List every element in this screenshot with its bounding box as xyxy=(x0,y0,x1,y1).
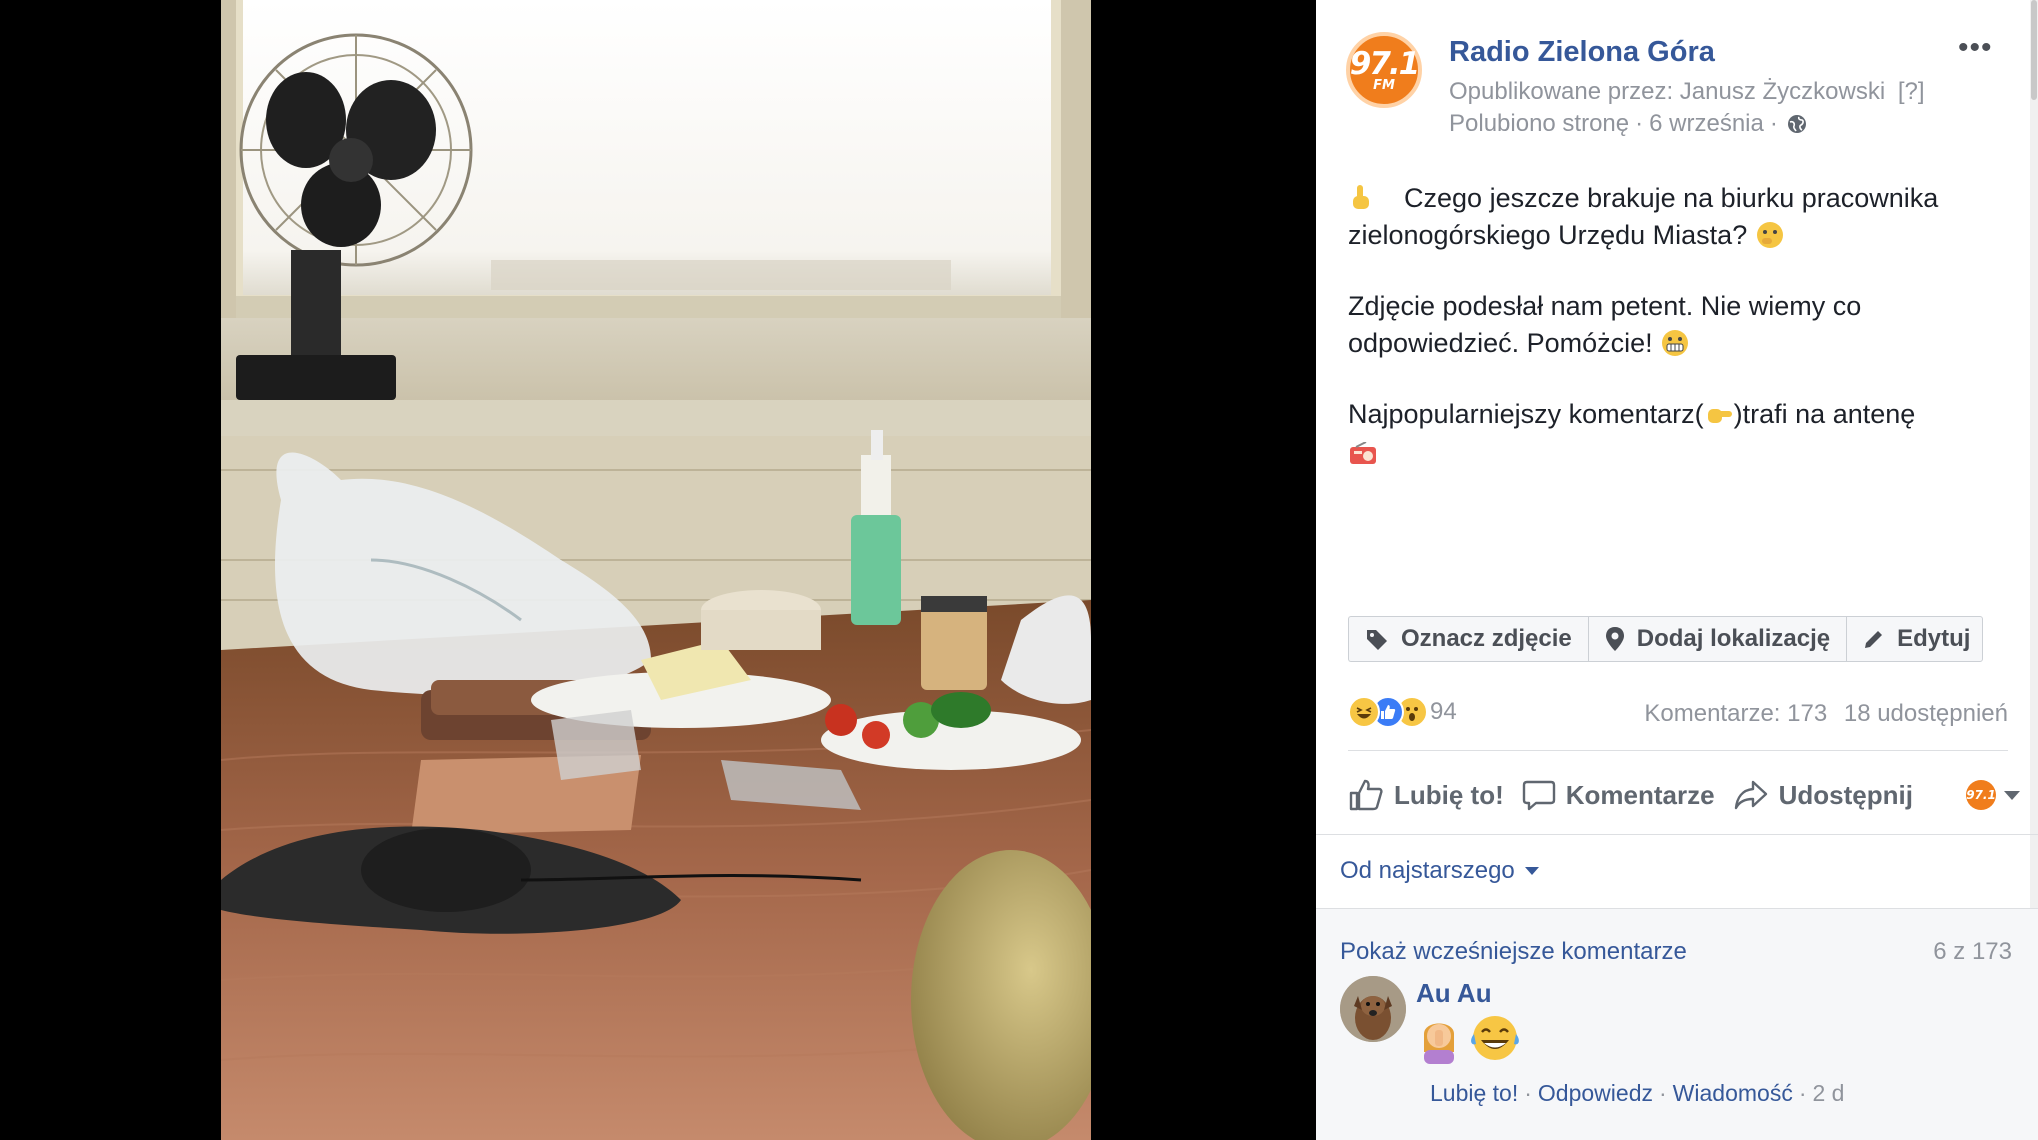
comment-sort-dropdown[interactable]: Od najstarszego xyxy=(1340,857,1539,885)
like-label: Lubię to! xyxy=(1394,779,1504,810)
liked-page-label: Polubiono stronę xyxy=(1449,110,1630,137)
shares-count-link[interactable]: 18 udostępnień xyxy=(1844,700,2008,727)
page-mini-avatar: 97.1 xyxy=(1966,780,1996,810)
comment-reply-link[interactable]: Odpowiedz xyxy=(1538,1080,1653,1106)
pointing-right-emoji-icon xyxy=(1707,409,1732,423)
share-label: Udostępnij xyxy=(1778,779,1913,810)
add-location-button[interactable]: Dodaj lokalizację xyxy=(1587,616,1847,662)
logo-frequency: 97.1 xyxy=(1349,45,1420,82)
edit-button[interactable]: Edytuj xyxy=(1846,616,1984,662)
divider xyxy=(1316,908,2038,909)
edit-label: Edytuj xyxy=(1897,625,1971,652)
like-icon xyxy=(1349,779,1383,811)
comment-counter: 6 z 173 xyxy=(1933,938,2012,965)
share-button[interactable]: Udostępnij xyxy=(1733,779,1913,811)
more-options-icon[interactable]: ••• xyxy=(1958,33,1993,63)
comment-body xyxy=(1416,1012,1522,1064)
pointing-up-emoji-icon xyxy=(1353,185,1369,209)
comment-actions: Lubię to! · Odpowiedz · Wiadomość · 2 d xyxy=(1430,1080,1845,1106)
show-previous-comments-link[interactable]: Pokaż wcześniejsze komentarze xyxy=(1340,938,1687,966)
chevron-down-icon xyxy=(2004,790,2020,800)
post-line-3-end: )trafi na antenę xyxy=(1733,399,1916,429)
pin-icon xyxy=(1605,627,1624,651)
grimacing-face-emoji-icon xyxy=(1662,330,1689,356)
divider xyxy=(1316,834,2038,835)
post-action-bar: Lubię to! Komentarze Udostępnij 97.1 xyxy=(1348,767,2020,823)
haha-reaction-icon xyxy=(1348,696,1380,728)
chevron-down-icon xyxy=(1524,867,1539,875)
tag-photo-label: Oznacz zdjęcie xyxy=(1401,625,1572,652)
post-line-1: Czego jeszcze brakuje na biurku pracowni… xyxy=(1348,183,1939,250)
reactions-summary[interactable]: 94 xyxy=(1348,696,1457,728)
comments-count-link[interactable]: Komentarze: 173 xyxy=(1644,700,1827,727)
comment-sort-label: Od najstarszego xyxy=(1340,857,1515,884)
comment-icon xyxy=(1522,780,1555,811)
post-line-3-start: Najpopularniejszy komentarz( xyxy=(1348,399,1704,429)
comment-label: Komentarze xyxy=(1565,779,1715,810)
divider xyxy=(1348,750,2008,751)
post-line-2: Zdjęcie podesłał nam petent. Nie wiemy c… xyxy=(1348,291,1862,358)
comments-section: Pokaż wcześniejsze komentarze 6 z 173 Au… xyxy=(1316,908,2038,1140)
post-paragraph-3: Najpopularniejszy komentarz( )trafi na an… xyxy=(1348,396,2008,470)
post-stats: Komentarze: 173 18 udostępnień xyxy=(1634,700,2008,728)
post-panel: 97.1 FM Radio Zielona Góra Opublikowane … xyxy=(1316,0,2038,1140)
published-by: Opublikowane przez: Janusz Życzkowski [?… xyxy=(1449,78,1925,106)
reaction-count: 94 xyxy=(1430,698,1457,725)
comment-like-link[interactable]: Lubię to! xyxy=(1430,1080,1518,1106)
woman-facepalm-emoji-icon xyxy=(1424,1023,1454,1064)
like-button[interactable]: Lubię to! xyxy=(1348,778,1504,812)
commenter-avatar[interactable] xyxy=(1340,976,1406,1042)
scrollbar-thumb[interactable] xyxy=(2031,0,2037,100)
share-icon xyxy=(1734,780,1767,810)
help-marker[interactable]: [?] xyxy=(1898,78,1925,105)
published-by-text: Opublikowane przez: Janusz Życzkowski xyxy=(1449,78,1886,105)
globe-icon[interactable] xyxy=(1786,113,1808,135)
post-paragraph-1: Czego jeszcze brakuje na biurku pracowni… xyxy=(1348,180,2008,254)
photo-viewer xyxy=(0,0,1316,1140)
post-text: Czego jeszcze brakuje na biurku pracowni… xyxy=(1348,180,2008,504)
page-avatar[interactable]: 97.1 FM xyxy=(1346,32,1422,108)
photo-actions: Oznacz zdjęcie Dodaj lokalizację Edytuj xyxy=(1348,616,1984,662)
logo-fm: FM xyxy=(1373,77,1395,93)
post-as-selector[interactable]: 97.1 xyxy=(1966,780,2020,810)
comment-button[interactable]: Komentarze xyxy=(1522,779,1715,811)
tag-icon xyxy=(1367,630,1387,650)
thinking-face-emoji-icon xyxy=(1756,222,1783,248)
post-date-link[interactable]: 6 września xyxy=(1649,110,1764,138)
post-paragraph-2: Zdjęcie podesłał nam petent. Nie wiemy c… xyxy=(1348,288,2008,362)
comment-author-link[interactable]: Au Au xyxy=(1416,978,1492,1009)
add-location-label: Dodaj lokalizację xyxy=(1636,625,1831,652)
pencil-icon xyxy=(1865,631,1883,648)
tag-photo-button[interactable]: Oznacz zdjęcie xyxy=(1348,616,1588,662)
post-photo[interactable] xyxy=(221,0,1091,1140)
comment-message-link[interactable]: Wiadomość xyxy=(1673,1080,1793,1106)
comment-age[interactable]: 2 d xyxy=(1813,1080,1845,1106)
radio-emoji-icon xyxy=(1350,442,1376,464)
tears-of-joy-emoji-icon xyxy=(1471,1016,1519,1060)
page-name-link[interactable]: Radio Zielona Góra xyxy=(1449,36,1715,69)
post-meta: Polubiono stronę · 6 września · xyxy=(1449,110,1808,138)
